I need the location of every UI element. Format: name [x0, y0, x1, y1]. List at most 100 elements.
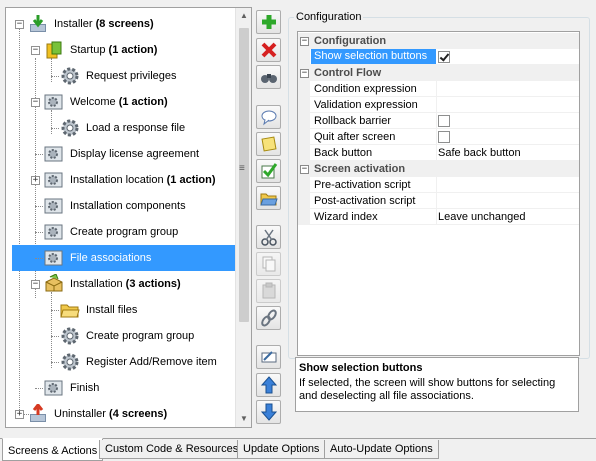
- comment-button[interactable]: [256, 105, 281, 129]
- tab-auto-update-options[interactable]: Auto-Update Options: [324, 440, 439, 459]
- cut-button[interactable]: [256, 225, 281, 249]
- check-button[interactable]: [256, 159, 281, 183]
- find-button[interactable]: [256, 65, 281, 89]
- tree-node-count: (3 actions): [122, 278, 181, 290]
- prop-value[interactable]: Safe back button: [438, 146, 521, 160]
- prop-name: Show selection buttons: [311, 49, 436, 64]
- tree-node-register-add-remove[interactable]: Register Add/Remove item: [6, 349, 236, 375]
- gear-icon: [60, 118, 80, 138]
- prop-validation-expression[interactable]: Validation expression: [298, 97, 579, 113]
- scroll-down-arrow-icon[interactable]: ▼: [236, 411, 251, 427]
- rename-button[interactable]: [256, 345, 281, 369]
- comment-icon: [261, 110, 276, 126]
- expand-icon[interactable]: +: [31, 176, 40, 185]
- tree-node-create-program-group-action[interactable]: Create program group: [6, 323, 236, 349]
- cut-icon: [260, 229, 277, 246]
- prop-name: Pre-activation script: [314, 179, 411, 191]
- gear-icon: [60, 66, 80, 86]
- tree-node-startup[interactable]: − Startup (1 action): [6, 37, 236, 63]
- tree-node-finish[interactable]: Finish: [6, 375, 236, 401]
- scroll-up-arrow-icon[interactable]: ▲: [236, 8, 251, 24]
- move-up-button[interactable]: [256, 373, 281, 397]
- tree-node-installation-components[interactable]: Installation components: [6, 193, 236, 219]
- move-down-icon: [260, 403, 277, 421]
- tree-node-uninstaller[interactable]: + Uninstaller (4 screens): [6, 401, 236, 427]
- prop-show-selection-buttons[interactable]: Show selection buttons: [298, 49, 579, 65]
- prop-name: Back button: [314, 147, 373, 159]
- copy-button[interactable]: [256, 252, 281, 276]
- category-control-flow[interactable]: − Control Flow: [298, 65, 579, 81]
- tree-node-load-response-file[interactable]: Load a response file: [6, 115, 236, 141]
- screen-icon: [44, 144, 64, 164]
- tab-custom-code-resources[interactable]: Custom Code & Resources: [99, 440, 245, 459]
- property-grid[interactable]: − Configuration Show selection buttons −…: [297, 31, 580, 356]
- tree-node-label: Installation components: [70, 200, 186, 212]
- tree-node-install-files[interactable]: Install files: [6, 297, 236, 323]
- startup-icon: [44, 40, 64, 60]
- tree-scrollbar[interactable]: ▲ ▼: [235, 8, 251, 427]
- prop-post-activation-script[interactable]: Post-activation script: [298, 193, 579, 209]
- prop-pre-activation-script[interactable]: Pre-activation script: [298, 177, 579, 193]
- tree-node-label: Display license agreement: [70, 148, 200, 160]
- collapse-icon[interactable]: −: [31, 280, 40, 289]
- quit-after-screen-checkbox[interactable]: [438, 131, 450, 143]
- tab-update-options[interactable]: Update Options: [237, 440, 326, 459]
- tree-node-installer[interactable]: − Installer (8 screens): [6, 11, 236, 37]
- tree-node-label: Create program group: [86, 330, 195, 342]
- tree-node-label: Finish: [70, 382, 100, 394]
- rollback-barrier-checkbox[interactable]: [438, 115, 450, 127]
- prop-condition-expression[interactable]: Condition expression: [298, 81, 579, 97]
- link-button[interactable]: [256, 306, 281, 330]
- tree-node-installation-location[interactable]: + Installation location (1 action): [6, 167, 236, 193]
- find-icon: [260, 74, 277, 83]
- category-configuration[interactable]: − Configuration: [298, 33, 579, 49]
- move-down-button[interactable]: [256, 400, 281, 424]
- tree-node-installation[interactable]: − Installation (3 actions): [6, 271, 236, 297]
- prop-quit-after-screen[interactable]: Quit after screen: [298, 129, 579, 145]
- add-button[interactable]: [256, 10, 281, 34]
- collapse-icon[interactable]: −: [300, 37, 309, 46]
- expand-icon[interactable]: +: [15, 410, 24, 419]
- tree-node-request-privileges[interactable]: Request privileges: [6, 63, 236, 89]
- collapse-icon[interactable]: −: [300, 69, 309, 78]
- tree-node-label: Uninstaller: [54, 408, 106, 420]
- move-up-icon: [260, 376, 277, 394]
- collapse-icon[interactable]: −: [15, 20, 24, 29]
- paste-button[interactable]: [256, 279, 281, 303]
- tree-node-count: (1 action): [115, 96, 168, 108]
- collapse-icon[interactable]: −: [31, 98, 40, 107]
- screen-icon: [44, 196, 64, 216]
- tab-screens-actions[interactable]: Screens & Actions: [2, 438, 104, 461]
- prop-name: Validation expression: [314, 99, 418, 111]
- category-label: Screen activation: [314, 163, 406, 175]
- tree-node-label: Request privileges: [86, 70, 177, 82]
- tree-node-welcome[interactable]: − Welcome (1 action): [6, 89, 236, 115]
- collapse-icon[interactable]: −: [300, 165, 309, 174]
- configuration-legend: Configuration: [294, 11, 364, 23]
- tree-node-label: Load a response file: [86, 122, 186, 134]
- prop-name: Quit after screen: [314, 131, 396, 143]
- collapse-icon[interactable]: −: [31, 46, 40, 55]
- tree-node-label: Installer: [54, 18, 93, 30]
- prop-value[interactable]: Leave unchanged: [438, 210, 525, 224]
- delete-button[interactable]: [256, 38, 281, 62]
- category-screen-activation[interactable]: − Screen activation: [298, 161, 579, 177]
- open-folder-button[interactable]: [256, 186, 281, 210]
- show-selection-buttons-checkbox[interactable]: [438, 51, 450, 63]
- category-label: Configuration: [314, 35, 387, 47]
- tree-node-file-associations[interactable]: File associations: [6, 245, 236, 271]
- prop-wizard-index[interactable]: Wizard index Leave unchanged: [298, 209, 579, 225]
- delete-icon: [261, 42, 276, 58]
- prop-rollback-barrier[interactable]: Rollback barrier: [298, 113, 579, 129]
- tree-node-label: Install files: [86, 304, 138, 316]
- note-button[interactable]: [256, 132, 281, 156]
- tree-node-create-program-group[interactable]: Create program group: [6, 219, 236, 245]
- tree-node-count: (1 action): [163, 174, 216, 186]
- prop-back-button[interactable]: Back button Safe back button: [298, 145, 579, 161]
- prop-name: Rollback barrier: [314, 115, 392, 127]
- tree-node-display-license[interactable]: Display license agreement: [6, 141, 236, 167]
- bottom-tab-bar: Screens & Actions Custom Code & Resource…: [0, 438, 596, 461]
- screens-tree[interactable]: − Installer (8 screens) − Startup (1 act…: [5, 7, 252, 428]
- splitter-grip[interactable]: ≡: [239, 164, 248, 179]
- folder-icon: [60, 300, 80, 320]
